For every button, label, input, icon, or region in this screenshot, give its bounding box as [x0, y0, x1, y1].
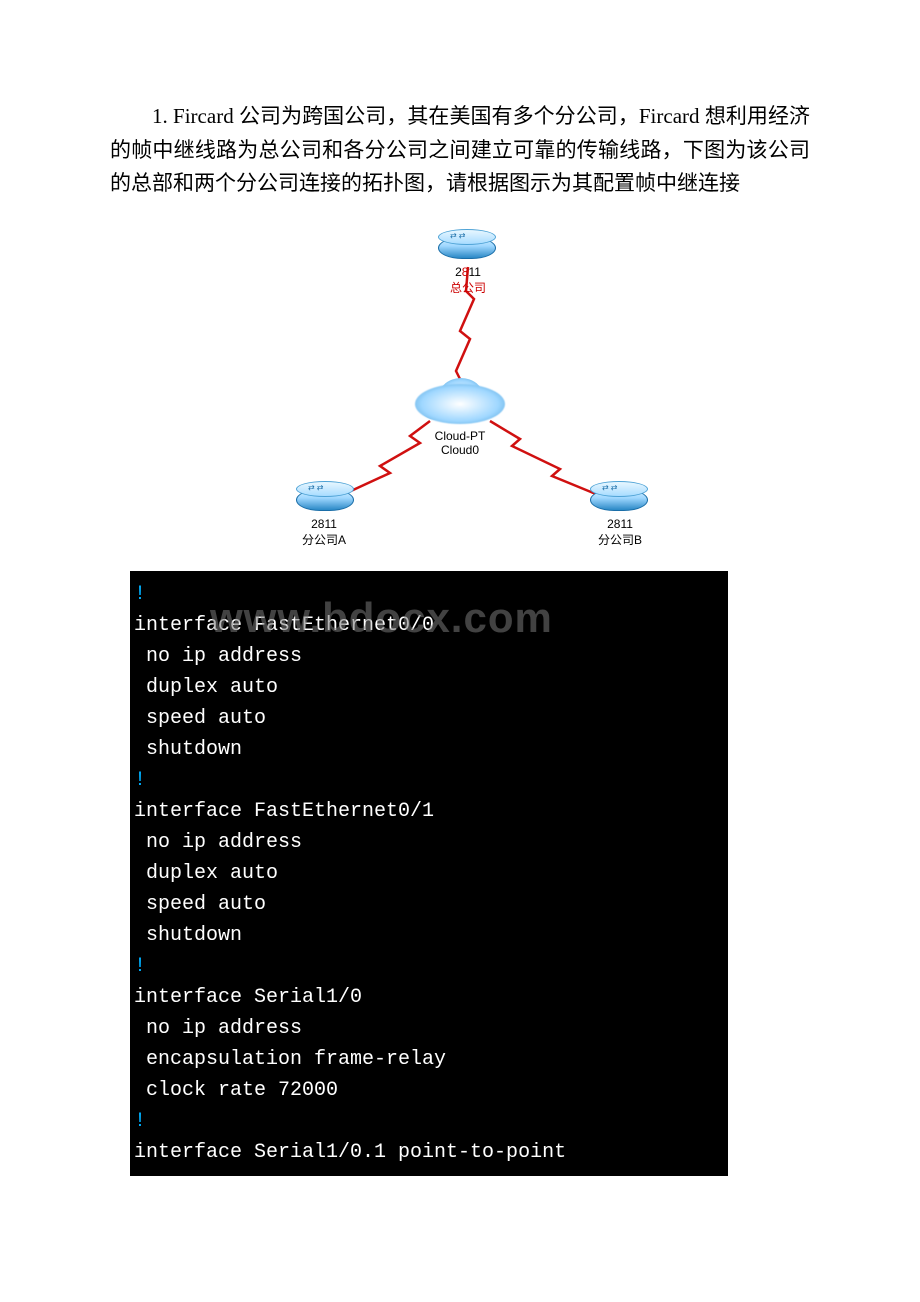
cli-output: www.bdocx.com !interface FastEthernet0/0… — [130, 571, 728, 1176]
right-router-label: 2811 分公司B — [580, 517, 660, 548]
cli-line: interface Serial1/0.1 point-to-point — [134, 1137, 724, 1168]
top-router-name: 总公司 — [450, 281, 486, 295]
cli-line: ! — [134, 765, 724, 796]
router-icon: ⇄ ⇄ — [590, 481, 646, 517]
cli-line: duplex auto — [134, 672, 724, 703]
router-icon: ⇄ ⇄ — [438, 229, 494, 265]
cli-line: duplex auto — [134, 858, 724, 889]
cli-lines: !interface FastEthernet0/0 no ip address… — [134, 579, 724, 1168]
cli-line: interface FastEthernet0/1 — [134, 796, 724, 827]
cli-line: speed auto — [134, 889, 724, 920]
cloud-icon — [415, 376, 505, 426]
question-text: 1. Fircard 公司为跨国公司，其在美国有多个分公司，Fircard 想利… — [110, 100, 810, 201]
cli-line: ! — [134, 1106, 724, 1137]
cli-line: encapsulation frame-relay — [134, 1044, 724, 1075]
cloud-label: Cloud-PT Cloud0 — [420, 429, 500, 457]
document-page: 1. Fircard 公司为跨国公司，其在美国有多个分公司，Fircard 想利… — [0, 0, 920, 1236]
left-router-label: 2811 分公司A — [284, 517, 364, 548]
cli-line: interface Serial1/0 — [134, 982, 724, 1013]
cli-line: interface FastEthernet0/0 — [134, 610, 724, 641]
cli-line: speed auto — [134, 703, 724, 734]
cli-line: ! — [134, 951, 724, 982]
topology-diagram: ⇄ ⇄ 2811 总公司 Cloud-PT Cloud0 ⇄ ⇄ 2811 分公… — [260, 221, 660, 561]
router-icon: ⇄ ⇄ — [296, 481, 352, 517]
cli-line: clock rate 72000 — [134, 1075, 724, 1106]
cli-line: no ip address — [134, 827, 724, 858]
top-router-label: 2811 总公司 — [428, 265, 508, 296]
cli-line: no ip address — [134, 1013, 724, 1044]
cli-line: no ip address — [134, 641, 724, 672]
cli-line: shutdown — [134, 734, 724, 765]
cli-line: ! — [134, 579, 724, 610]
cli-line: shutdown — [134, 920, 724, 951]
